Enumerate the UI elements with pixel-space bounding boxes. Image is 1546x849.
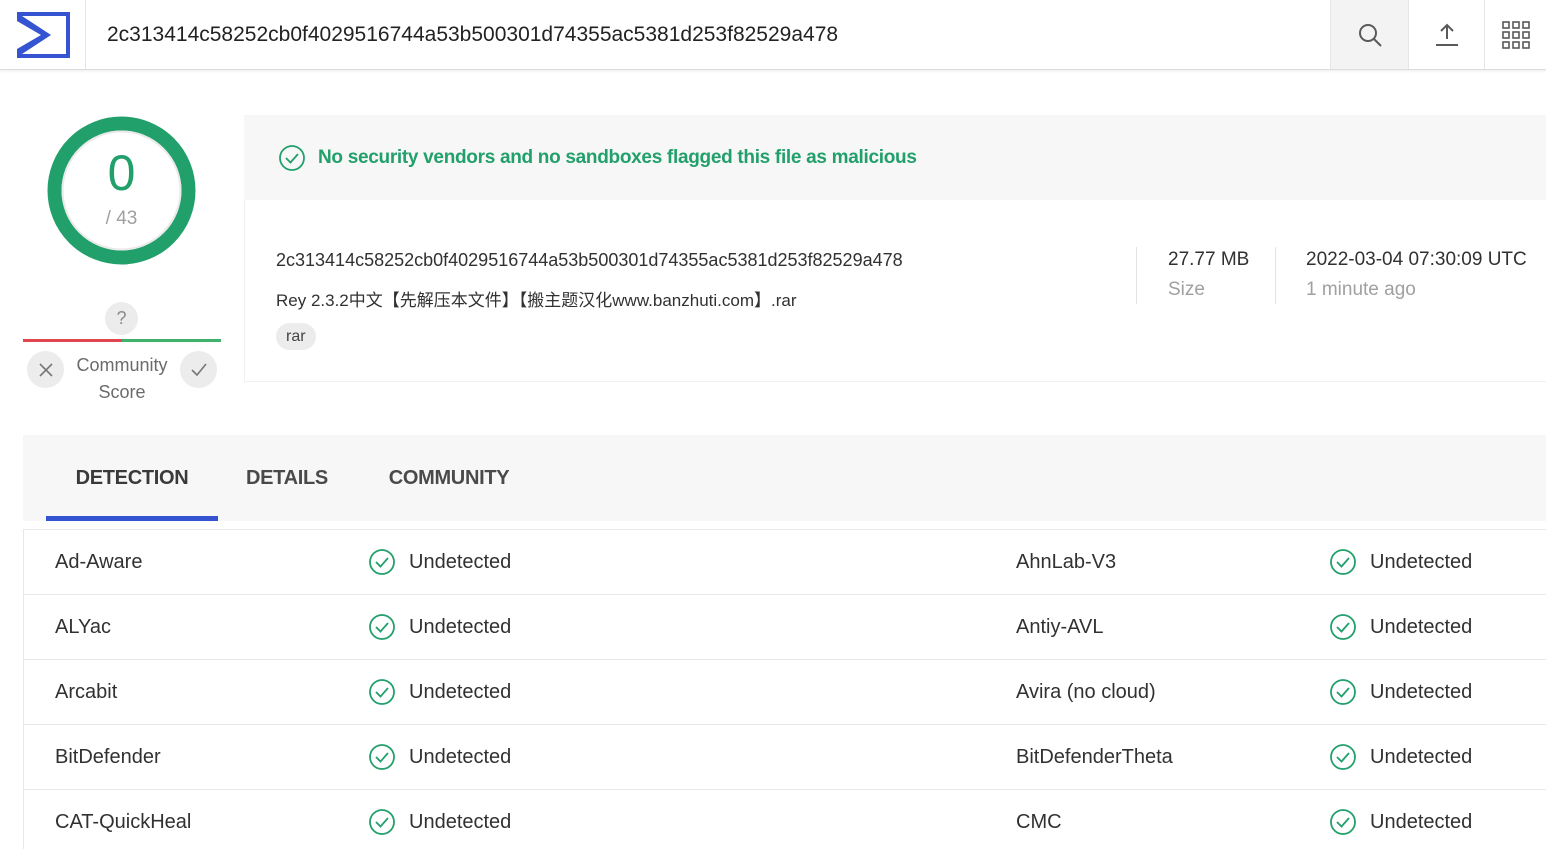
check-circle-icon	[369, 549, 395, 575]
divider	[1136, 247, 1137, 304]
file-info-card: 2c313414c58252cb0f4029516744a53b500301d7…	[244, 200, 1546, 382]
active-tab-underline	[46, 516, 218, 521]
search-button[interactable]	[1330, 0, 1408, 69]
community-score-label: Community Score	[76, 355, 168, 402]
sigma-logo-icon	[16, 11, 70, 58]
search-input[interactable]	[86, 0, 1330, 69]
tab-details[interactable]: DETAILS	[233, 435, 341, 521]
table-row: BitDefender Undetected BitDefenderTheta …	[24, 725, 1546, 790]
vendor-name: Antiy-AVL	[1016, 616, 1104, 638]
vendor-result: Undetected	[368, 530, 511, 594]
file-size: 27.77 MB	[1168, 249, 1250, 270]
check-circle-icon	[1330, 679, 1356, 705]
table-row: ALYac Undetected Antiy-AVL Undetected	[24, 595, 1546, 660]
check-circle-icon	[1330, 614, 1356, 640]
vendor-name: CAT-QuickHeal	[55, 811, 192, 833]
community-bar-positive	[122, 339, 221, 342]
analysis-date: 2022-03-04 07:30:09 UTC	[1306, 249, 1527, 270]
vendor-name: Arcabit	[55, 681, 118, 703]
divider	[1275, 247, 1276, 304]
community-score-value: ?	[105, 302, 138, 335]
upload-icon	[1435, 23, 1458, 46]
verdict-message: No security vendors and no sandboxes fla…	[318, 146, 917, 168]
check-circle-icon	[1330, 744, 1356, 770]
file-size-label: Size	[1168, 279, 1205, 300]
analysis-date-relative: 1 minute ago	[1306, 279, 1416, 300]
vendor-result: Undetected	[1329, 660, 1472, 724]
tab-community[interactable]: COMMUNITY	[368, 435, 530, 521]
community-bar-negative	[23, 339, 122, 342]
engine-total: / 43	[105, 208, 138, 229]
vote-malicious-button[interactable]	[27, 351, 64, 388]
file-hash[interactable]: 2c313414c58252cb0f4029516744a53b500301d7…	[276, 250, 903, 271]
vote-harmless-button[interactable]	[180, 351, 217, 388]
home-logo[interactable]	[0, 0, 86, 69]
search-icon	[1358, 23, 1382, 47]
apps-button[interactable]	[1484, 0, 1546, 69]
table-row: CAT-QuickHeal Undetected CMC Undetected	[24, 790, 1546, 849]
vendor-result: Undetected	[368, 790, 511, 849]
verdict-banner: No security vendors and no sandboxes fla…	[244, 115, 1546, 200]
tab-detection[interactable]: DETECTION	[46, 435, 218, 521]
table-row: Arcabit Undetected Avira (no cloud) Unde…	[24, 660, 1546, 725]
vendor-name: AhnLab-V3	[1016, 551, 1117, 573]
vendor-name: Ad-Aware	[55, 551, 143, 573]
vendor-result: Undetected	[1329, 790, 1472, 849]
check-circle-icon	[1330, 549, 1356, 575]
top-bar	[0, 0, 1546, 70]
detection-table: Ad-Aware Undetected AhnLab-V3 Undetected…	[23, 529, 1546, 849]
detection-count: 0	[107, 145, 136, 201]
close-icon	[38, 362, 53, 377]
vendor-name: BitDefenderTheta	[1016, 746, 1173, 768]
check-circle-icon	[369, 809, 395, 835]
apps-grid-icon	[1501, 20, 1530, 49]
upload-button[interactable]	[1408, 0, 1484, 69]
check-circle-icon	[369, 614, 395, 640]
check-circle-icon	[369, 744, 395, 770]
table-row: Ad-Aware Undetected AhnLab-V3 Undetected	[24, 530, 1546, 595]
check-icon	[190, 362, 207, 376]
check-circle-icon	[279, 144, 305, 171]
vendor-name: ALYac	[55, 616, 111, 638]
vendor-result: Undetected	[1329, 595, 1472, 659]
vendor-result: Undetected	[368, 595, 511, 659]
file-name: Rey 2.3.2中文【先解压本文件】【搬主题汉化www.banzhuti.co…	[276, 291, 797, 310]
vendor-result: Undetected	[368, 660, 511, 724]
vendor-result: Undetected	[368, 725, 511, 789]
vendor-result: Undetected	[1329, 725, 1472, 789]
tab-bar: DETECTION DETAILS COMMUNITY	[23, 435, 1546, 521]
vendor-name: Avira (no cloud)	[1016, 681, 1156, 703]
vendor-result: Undetected	[1329, 530, 1472, 594]
file-type-tag[interactable]: rar	[276, 323, 316, 350]
vendor-name: CMC	[1016, 811, 1062, 833]
vendor-name: BitDefender	[55, 746, 161, 768]
check-circle-icon	[369, 679, 395, 705]
check-circle-icon	[1330, 809, 1356, 835]
